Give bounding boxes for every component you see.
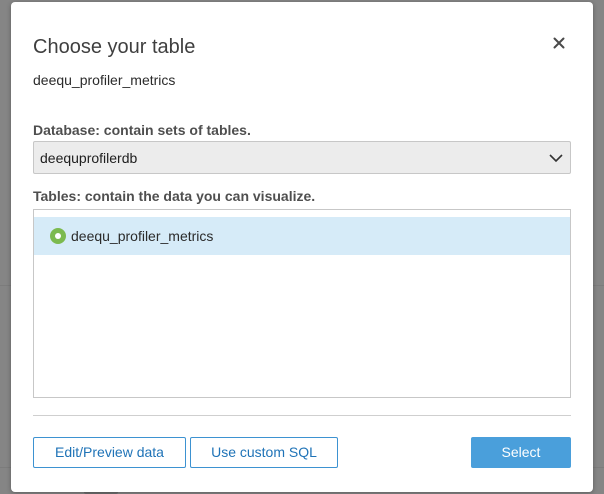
choose-table-dialog: Choose your table deequ_profiler_metrics… [11, 2, 593, 492]
database-select[interactable]: deequprofilerdb [33, 141, 571, 174]
dialog-subtitle: deequ_profiler_metrics [33, 72, 176, 88]
footer-divider [33, 415, 571, 416]
radio-selected-icon[interactable] [50, 228, 66, 244]
chevron-down-icon [548, 151, 564, 165]
select-button[interactable]: Select [471, 437, 571, 468]
table-list: deequ_profiler_metrics [33, 209, 571, 398]
close-icon[interactable] [549, 33, 569, 53]
dialog-title: Choose your table [33, 36, 196, 58]
database-select-value: deequprofilerdb [40, 150, 138, 166]
table-row[interactable]: deequ_profiler_metrics [34, 217, 570, 255]
use-custom-sql-button[interactable]: Use custom SQL [190, 437, 338, 468]
database-label: Database: contain sets of tables. [33, 122, 251, 138]
tables-label: Tables: contain the data you can visuali… [33, 188, 316, 204]
edit-preview-data-button[interactable]: Edit/Preview data [33, 437, 186, 468]
table-row-label: deequ_profiler_metrics [71, 228, 214, 244]
